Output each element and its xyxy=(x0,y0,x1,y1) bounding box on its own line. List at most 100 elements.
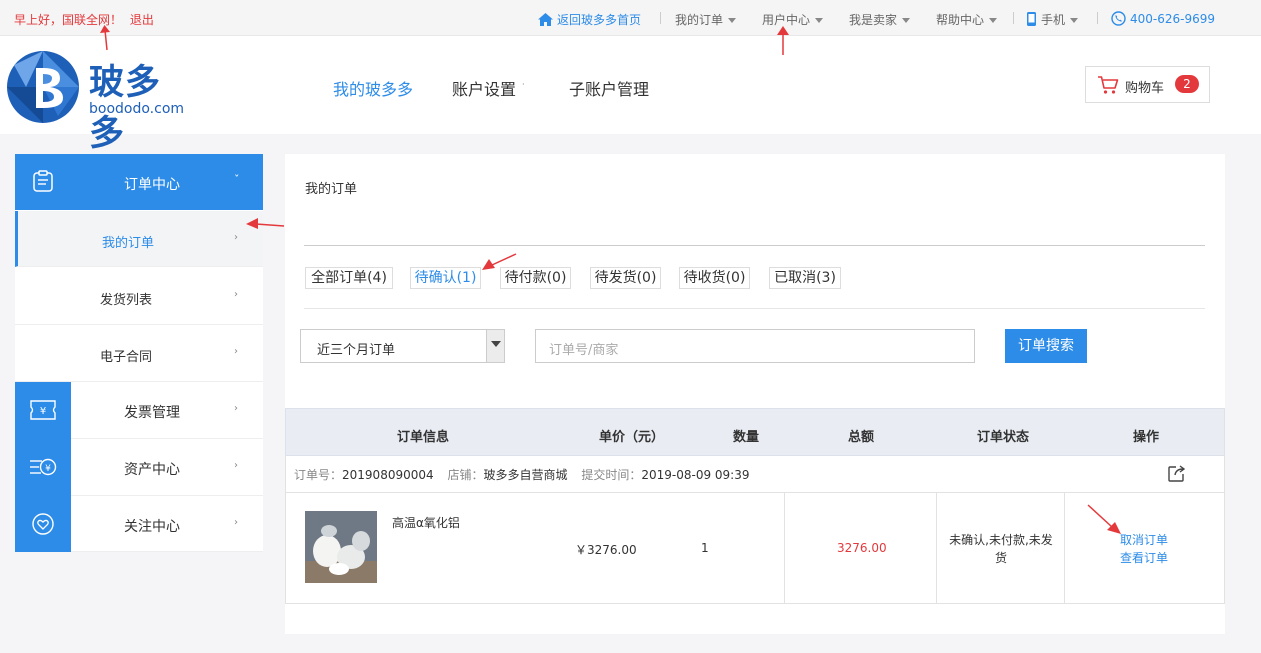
sidebar-item-order-center[interactable]: 订单中心 ˇ xyxy=(15,154,263,210)
table-row: 高温α氧化铝 ￥3276.00 1 3276.00 未确认,未付款,未发货 取消… xyxy=(285,492,1225,604)
my-orders-label: 我的订单 xyxy=(675,13,724,27)
phone-icon xyxy=(1027,12,1036,26)
annotation-arrow-icon xyxy=(482,253,517,270)
dot-icon: · xyxy=(522,80,525,89)
column-header: 单价（元） xyxy=(599,430,665,445)
tab-all-orders[interactable]: 全部订单(4) xyxy=(305,267,393,289)
sidebar-item-label: 发货列表 xyxy=(100,293,153,308)
divider xyxy=(936,493,937,603)
svg-text:¥: ¥ xyxy=(40,406,46,417)
tab-pending-shipment[interactable]: 待发货(0) xyxy=(590,267,661,289)
product-image-icon xyxy=(305,511,377,583)
order-search-button[interactable]: 订单搜索 xyxy=(1005,329,1087,363)
column-header: 数量 xyxy=(733,430,760,445)
product-thumbnail[interactable] xyxy=(305,511,377,583)
nav-my-boododo[interactable]: 我的玻多多 xyxy=(333,76,413,100)
cart-icon xyxy=(1098,76,1119,94)
sidebar-item-label: 资产中心 xyxy=(124,462,180,478)
chevron-right-icon: › xyxy=(234,232,238,243)
chevron-down-icon xyxy=(815,18,824,23)
site-header: 玻多多 boododo.com 我的玻多多 账户设置 · 子账户管理 购物车 2 xyxy=(0,36,1261,154)
tab-pending-receipt[interactable]: 待收货(0) xyxy=(679,267,750,289)
annotation-arrow-icon xyxy=(246,218,285,229)
chevron-down-icon xyxy=(902,18,911,23)
tab-pending-confirm[interactable]: 待确认(1) xyxy=(410,267,481,289)
clipboard-icon xyxy=(33,170,53,192)
home-link[interactable]: 返回玻多多首页 xyxy=(538,11,641,28)
help-center-label: 帮助中心 xyxy=(936,13,985,27)
hotline: 400-626-9699 xyxy=(1111,11,1215,26)
column-header: 订单信息 xyxy=(397,430,450,445)
share-icon[interactable] xyxy=(1168,464,1186,482)
logo-domain: boododo.com xyxy=(89,101,185,117)
order-no-label: 订单号： xyxy=(294,468,343,482)
my-orders-menu[interactable]: 我的订单 xyxy=(675,11,737,28)
annotation-arrow-icon xyxy=(100,25,110,51)
order-info-bar: 订单号：201908090004 店铺：玻多多自营商城 提交时间：2019-08… xyxy=(285,456,1225,493)
invoice-icon: ¥ xyxy=(15,382,71,439)
greeting-area: 早上好，国联全网！ 退出 xyxy=(14,11,154,28)
top-bar: 早上好，国联全网！ 退出 返回玻多多首页 我的订单 用户中心 我是卖家 帮助中心… xyxy=(0,0,1261,36)
sidebar-item-my-orders[interactable]: 我的订单 › xyxy=(15,211,263,267)
logout-link[interactable]: 退出 xyxy=(130,13,154,27)
divider xyxy=(304,308,1205,309)
logo-mark-icon xyxy=(7,51,79,123)
order-no: 201908090004 xyxy=(342,468,434,482)
period-select-value: 近三个月订单 xyxy=(317,343,396,358)
greeting-text: 早上好， xyxy=(14,13,63,27)
period-select[interactable]: 近三个月订单 xyxy=(300,329,505,363)
table-header: 订单信息 单价（元） 数量 总额 订单状态 操作 xyxy=(285,408,1225,456)
sidebar-item-label: 发票管理 xyxy=(124,405,180,421)
shop-label: 店铺： xyxy=(447,468,484,482)
page-title: 我的订单 xyxy=(305,182,358,197)
sidebar: 订单中心 ˇ 我的订单 › 发货列表 › 电子合同 › ¥ 发票管理 › ¥ 资… xyxy=(15,154,263,552)
heart-icon xyxy=(15,496,71,552)
submit-time: 2019-08-09 09:39 xyxy=(641,468,750,482)
column-header: 操作 xyxy=(1133,430,1160,445)
chevron-right-icon: › xyxy=(234,460,238,471)
site-logo[interactable]: 玻多多 boododo.com xyxy=(6,50,186,154)
svg-text:¥: ¥ xyxy=(45,464,51,474)
user-center-menu[interactable]: 用户中心 xyxy=(762,11,824,28)
help-center-menu[interactable]: 帮助中心 xyxy=(936,11,998,28)
nav-account-settings[interactable]: 账户设置 xyxy=(452,76,516,100)
mobile-menu[interactable]: 手机 xyxy=(1027,11,1079,28)
sidebar-item-follow[interactable]: 关注中心 › xyxy=(15,496,263,552)
cancel-order-link[interactable]: 取消订单 xyxy=(1120,531,1168,548)
chevron-down-icon: ˇ xyxy=(234,173,240,186)
sidebar-item-label: 电子合同 xyxy=(100,350,153,365)
cart-button[interactable]: 购物车 2 xyxy=(1085,66,1210,103)
cart-count-badge: 2 xyxy=(1175,75,1199,93)
chevron-right-icon: › xyxy=(234,517,238,528)
chevron-down-icon xyxy=(1070,18,1079,23)
column-header: 订单状态 xyxy=(977,430,1030,445)
product-name[interactable]: 高温α氧化铝 xyxy=(392,514,460,531)
divider xyxy=(784,493,785,603)
sidebar-item-shipping-list[interactable]: 发货列表 › xyxy=(15,268,263,325)
divider xyxy=(304,245,1205,246)
total-amount: 3276.00 xyxy=(837,541,887,555)
chevron-right-icon: › xyxy=(234,346,238,357)
sidebar-item-e-contract[interactable]: 电子合同 › xyxy=(15,325,263,382)
sidebar-item-label: 我的订单 xyxy=(102,236,155,251)
time-label: 提交时间： xyxy=(581,468,642,482)
sidebar-item-invoice[interactable]: ¥ 发票管理 › xyxy=(15,382,263,439)
divider xyxy=(1064,493,1065,603)
order-search-input[interactable]: 订单号/商家 xyxy=(535,329,975,363)
chevron-down-icon xyxy=(728,18,737,23)
mobile-label: 手机 xyxy=(1041,13,1066,27)
cart-label: 购物车 xyxy=(1125,81,1165,96)
sidebar-item-assets[interactable]: ¥ 资产中心 › xyxy=(15,439,263,496)
tab-cancelled[interactable]: 已取消(3) xyxy=(769,267,841,289)
nav-subaccount[interactable]: 子账户管理 xyxy=(569,76,649,100)
select-toggle[interactable] xyxy=(486,330,504,362)
quantity: 1 xyxy=(701,541,709,555)
coins-icon: ¥ xyxy=(15,439,71,496)
order-meta: 订单号：201908090004 店铺：玻多多自营商城 提交时间：2019-08… xyxy=(294,466,749,483)
sidebar-item-label: 订单中心 xyxy=(124,177,180,193)
chevron-down-icon xyxy=(989,18,998,23)
view-order-link[interactable]: 查看订单 xyxy=(1120,549,1168,566)
seller-menu[interactable]: 我是卖家 xyxy=(849,11,911,28)
home-link-label: 返回玻多多首页 xyxy=(557,13,642,27)
unit-price: ￥3276.00 xyxy=(575,543,637,557)
